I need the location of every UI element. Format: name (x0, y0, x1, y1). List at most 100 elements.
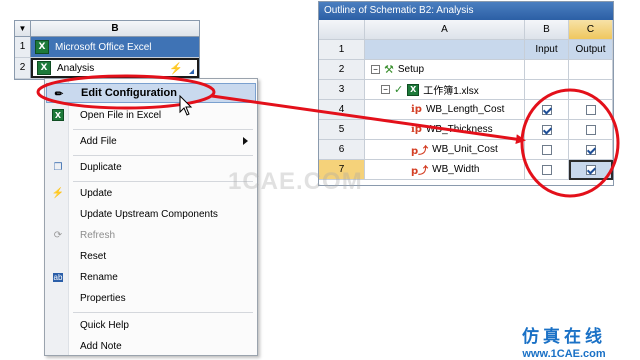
parameter-label: WB_Width (432, 164, 480, 175)
input-cell (525, 140, 569, 160)
lightning-icon: ⚡ (51, 187, 65, 199)
duplicate-icon: ❐ (53, 161, 63, 173)
checkmark-icon: ✓ (394, 84, 404, 96)
input-header-cell: Input (525, 40, 569, 60)
schematic-table: ▼ B 1 X Microsoft Office Excel 2 X Analy… (14, 20, 200, 80)
menu-item-duplicate[interactable]: ❐ Duplicate (46, 157, 256, 177)
menu-item-label: Add Note (80, 340, 122, 352)
menu-separator (73, 155, 253, 156)
column-a-header[interactable]: A (365, 20, 525, 40)
output-checkbox[interactable] (585, 104, 596, 115)
output-cell (569, 140, 613, 160)
menu-item-quick-help[interactable]: Quick Help (46, 315, 256, 335)
menu-item-label: Update (80, 187, 113, 199)
collapse-arrow-icon[interactable]: ▼ (15, 21, 31, 36)
menu-item-update[interactable]: ⚡ Update (46, 183, 256, 203)
parameter-label: WB_Thickness (425, 124, 493, 135)
menu-item-label: Duplicate (80, 161, 122, 173)
row-number: 2 (15, 58, 31, 78)
schematic-row-excel[interactable]: 1 X Microsoft Office Excel (15, 37, 199, 58)
output-cell (569, 100, 613, 120)
menu-item-edit-configuration[interactable]: ✏ Edit Configuration (46, 83, 256, 103)
brand-name: 仿真在线 (522, 327, 606, 347)
input-checkbox[interactable] (541, 104, 552, 115)
column-c-header[interactable]: C (569, 20, 613, 40)
empty-cell (525, 80, 569, 100)
input-cell (525, 100, 569, 120)
watermark: 1CAE.COM (228, 168, 363, 195)
collapse-toggle-icon[interactable]: − (381, 85, 390, 94)
menu-item-label: Open File in Excel (80, 109, 162, 121)
input-checkbox[interactable] (541, 144, 552, 155)
menu-separator (73, 129, 253, 130)
workbook-cell[interactable]: − ✓ X 工作簿1.xlsx (365, 80, 525, 100)
row-number: 1 (319, 40, 365, 60)
excel-icon: X (37, 61, 51, 75)
submenu-arrow-icon (243, 137, 248, 145)
parameter-input-icon: ℹp (411, 124, 422, 135)
parameter-input-icon: ℹp (411, 104, 422, 115)
pencil-icon: ✏ (54, 88, 64, 100)
menu-item-rename[interactable]: ab Rename (46, 267, 256, 287)
menu-item-update-upstream-components[interactable]: Update Upstream Components (46, 204, 256, 224)
parameter-cell[interactable]: ℹp WB_Length_Cost (365, 100, 525, 120)
menu-item-add-note[interactable]: Add Note (46, 336, 256, 356)
row-number: 3 (319, 80, 365, 100)
menu-item-open-file-in-excel[interactable]: X Open File in Excel (46, 105, 256, 125)
menu-item-refresh[interactable]: ⟳ Refresh (46, 225, 256, 245)
empty-cell (569, 80, 613, 100)
menu-item-label: Properties (80, 292, 126, 304)
excel-icon: X (407, 83, 420, 96)
parameter-output-icon: p⤴ (411, 146, 429, 157)
parameter-cell[interactable]: p⤴ WB_Width (365, 160, 525, 180)
panel-title: Outline of Schematic B2: Analysis (319, 2, 613, 20)
menu-item-add-file[interactable]: Add File (46, 131, 256, 151)
menu-item-label: Add File (80, 135, 117, 147)
brand-logo: 仿真在线 www.1CAE.com (522, 322, 606, 360)
schematic-row-analysis[interactable]: 2 X Analysis ⚡ (15, 58, 199, 79)
context-menu: ✏ Edit Configuration X Open File in Exce… (44, 78, 258, 356)
menu-item-label: Update Upstream Components (80, 208, 218, 220)
setup-icon: ⚒ (384, 64, 394, 76)
parameter-label: WB_Unit_Cost (432, 144, 498, 155)
label-cell (365, 40, 525, 60)
column-b-header: B (111, 23, 119, 34)
menu-item-label: Quick Help (80, 319, 129, 331)
input-cell (525, 120, 569, 140)
screenshot-stage: ▼ B 1 X Microsoft Office Excel 2 X Analy… (0, 0, 640, 360)
setup-label: Setup (397, 64, 425, 75)
output-checkbox[interactable] (585, 144, 596, 155)
row-number: 2 (319, 60, 365, 80)
refresh-icon: ⟳ (53, 229, 63, 241)
row-number: 1 (15, 37, 31, 57)
output-checkbox[interactable] (586, 165, 596, 175)
setup-cell[interactable]: − ⚒ Setup (365, 60, 525, 80)
menu-separator (73, 181, 253, 182)
output-checkbox[interactable] (585, 124, 596, 135)
empty-cell (569, 60, 613, 80)
parameter-output-icon: p⤴ (411, 166, 429, 177)
corner-header (319, 20, 365, 40)
excel-icon: X (51, 108, 65, 122)
menu-item-properties[interactable]: Properties (46, 288, 256, 308)
output-cell-selected (569, 160, 613, 180)
lightning-icon: ⚡ (169, 63, 183, 75)
excel-icon: X (35, 40, 49, 54)
brand-url: www.1CAE.com (522, 348, 606, 360)
input-checkbox[interactable] (541, 124, 552, 135)
column-b-header[interactable]: B (525, 20, 569, 40)
input-cell (525, 160, 569, 180)
workbook-label: 工作簿1.xlsx (423, 86, 479, 97)
cell-label: Analysis (57, 62, 95, 74)
outline-grid: A B C 1 Input Output 2 − ⚒ Setup 3 − ✓ X… (319, 20, 613, 180)
parameter-cell[interactable]: ℹp WB_Thickness (365, 120, 525, 140)
parameter-cell[interactable]: p⤴ WB_Unit_Cost (365, 140, 525, 160)
input-checkbox[interactable] (541, 164, 552, 175)
row-number: 4 (319, 100, 365, 120)
menu-item-reset[interactable]: Reset (46, 246, 256, 266)
row-number: 6 (319, 140, 365, 160)
collapse-toggle-icon[interactable]: − (371, 65, 380, 74)
parameter-label: WB_Length_Cost (425, 104, 505, 115)
menu-item-label: Reset (80, 250, 107, 262)
rename-icon: ab (52, 272, 64, 282)
